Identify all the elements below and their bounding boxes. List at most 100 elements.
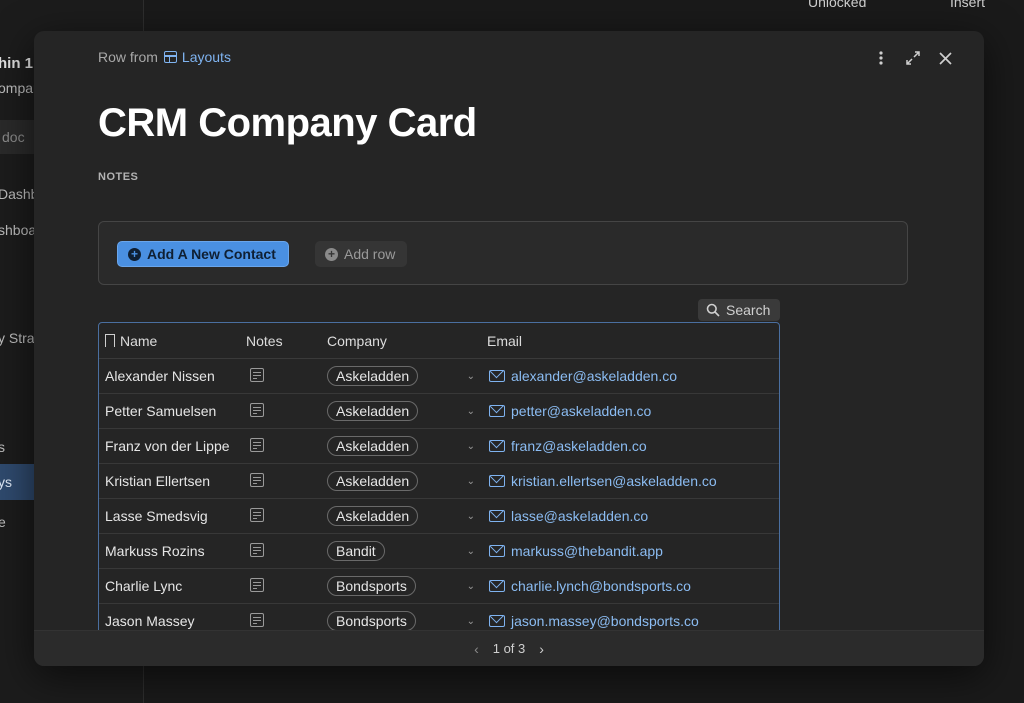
- notes-icon[interactable]: [250, 612, 264, 627]
- mail-icon: [489, 545, 505, 557]
- notes-cell[interactable]: [241, 542, 327, 560]
- table-row[interactable]: Petter Samuelsen Askeladden ⌄ petter@askela…: [99, 394, 779, 429]
- email-link[interactable]: alexander@askeladden.co: [511, 368, 677, 384]
- close-icon[interactable]: [936, 47, 954, 69]
- more-options-icon[interactable]: [872, 47, 890, 69]
- table-row[interactable]: Charlie Lync Bondsports ⌄ charlie.lynch@bon…: [99, 569, 779, 604]
- contact-name[interactable]: Markuss Rozins: [99, 543, 241, 559]
- contact-name[interactable]: Franz von der Lippe: [99, 438, 241, 454]
- notes-icon[interactable]: [250, 367, 264, 382]
- chevron-down-icon[interactable]: ⌄: [467, 616, 475, 627]
- table-body: Alexander Nissen Askeladden ⌄ alexander@ask…: [99, 359, 779, 639]
- company-cell[interactable]: Bondsports ⌄: [327, 611, 483, 631]
- contact-name[interactable]: Charlie Lync: [99, 578, 241, 594]
- notes-cell[interactable]: [241, 612, 327, 630]
- notes-icon[interactable]: [250, 507, 264, 522]
- company-chip[interactable]: Bondsports: [327, 576, 416, 596]
- email-link[interactable]: franz@askeladden.co: [511, 438, 647, 454]
- row-from-label: Row from: [98, 49, 158, 65]
- contact-name[interactable]: Petter Samuelsen: [99, 403, 241, 419]
- email-cell[interactable]: petter@askeladden.co: [483, 403, 779, 419]
- row-source-breadcrumb: Row from Layouts: [98, 49, 231, 65]
- chevron-down-icon[interactable]: ⌄: [467, 406, 475, 417]
- layouts-table-link[interactable]: Layouts: [163, 49, 231, 65]
- contact-name-text: Jason Massey: [105, 613, 195, 629]
- company-chip[interactable]: Askeladden: [327, 506, 419, 526]
- chevron-down-icon[interactable]: ⌄: [467, 441, 475, 452]
- email-link[interactable]: markuss@thebandit.app: [511, 543, 663, 559]
- table-icon: [163, 51, 177, 63]
- notes-cell[interactable]: [241, 367, 327, 385]
- expand-icon[interactable]: [904, 47, 922, 69]
- notes-icon[interactable]: [250, 402, 264, 417]
- column-header-name-label: Name: [120, 332, 158, 349]
- add-row-label: Add row: [344, 246, 396, 262]
- email-cell[interactable]: markuss@thebandit.app: [483, 543, 779, 559]
- notes-cell[interactable]: [241, 507, 327, 525]
- row-detail-modal: Row from Layouts CRM Company Card NOTES …: [34, 31, 984, 666]
- column-header-email[interactable]: Email: [483, 333, 779, 349]
- previous-page-icon[interactable]: ‹: [474, 641, 479, 657]
- company-cell[interactable]: Askeladden ⌄: [327, 471, 483, 491]
- company-cell[interactable]: Askeladden ⌄: [327, 436, 483, 456]
- company-cell[interactable]: Askeladden ⌄: [327, 366, 483, 386]
- next-page-icon[interactable]: ›: [539, 641, 544, 657]
- notes-icon[interactable]: [250, 542, 264, 557]
- email-link[interactable]: lasse@askeladden.co: [511, 508, 648, 524]
- chevron-down-icon[interactable]: ⌄: [467, 546, 475, 557]
- email-cell[interactable]: kristian.ellertsen@askeladden.co: [483, 473, 779, 489]
- column-header-notes[interactable]: Notes: [241, 333, 327, 349]
- contact-name[interactable]: Jason Massey: [99, 613, 241, 629]
- contact-name[interactable]: Kristian Ellertsen: [99, 473, 241, 489]
- background-insert-label: Insert: [950, 0, 986, 10]
- chevron-down-icon[interactable]: ⌄: [467, 371, 475, 382]
- table-row[interactable]: Alexander Nissen Askeladden ⌄ alexander@ask…: [99, 359, 779, 394]
- notes-cell[interactable]: [241, 402, 327, 420]
- company-cell[interactable]: Askeladden ⌄: [327, 401, 483, 421]
- company-cell[interactable]: Bondsports ⌄: [327, 576, 483, 596]
- email-link[interactable]: petter@askeladden.co: [511, 403, 651, 419]
- company-cell[interactable]: Askeladden ⌄: [327, 506, 483, 526]
- chevron-down-icon[interactable]: ⌄: [467, 581, 475, 592]
- company-chip[interactable]: Askeladden: [327, 436, 419, 456]
- email-cell[interactable]: lasse@askeladden.co: [483, 508, 779, 524]
- contacts-table: Name Notes Company Email Alexander Nisse…: [98, 322, 780, 642]
- table-row[interactable]: Markuss Rozins Bandit ⌄ markuss@thebandit.a…: [99, 534, 779, 569]
- notes-cell[interactable]: [241, 472, 327, 490]
- page-title: CRM Company Card: [98, 101, 477, 145]
- mail-icon: [489, 475, 505, 487]
- company-chip[interactable]: Bondsports: [327, 611, 416, 631]
- contact-name[interactable]: Alexander Nissen: [99, 368, 241, 384]
- add-row-button[interactable]: + Add row: [315, 241, 408, 267]
- column-header-company[interactable]: Company: [327, 333, 483, 349]
- notes-icon[interactable]: [250, 472, 264, 487]
- company-chip[interactable]: Bandit: [327, 541, 385, 561]
- search-button[interactable]: Search: [698, 299, 781, 321]
- email-link[interactable]: kristian.ellertsen@askeladden.co: [511, 473, 717, 489]
- email-link[interactable]: charlie.lynch@bondsports.co: [511, 578, 691, 594]
- company-chip[interactable]: Askeladden: [327, 366, 419, 386]
- table-row[interactable]: Kristian Ellertsen Askeladden ⌄ kristian.el…: [99, 464, 779, 499]
- email-link[interactable]: jason.massey@bondsports.co: [511, 613, 699, 629]
- email-cell[interactable]: jason.massey@bondsports.co: [483, 613, 779, 629]
- pagination: ‹ 1 of 3 ›: [34, 630, 984, 666]
- background-nav-item: e: [0, 514, 6, 530]
- notes-icon[interactable]: [250, 437, 264, 452]
- notes-cell[interactable]: [241, 577, 327, 595]
- notes-icon[interactable]: [250, 577, 264, 592]
- contact-name[interactable]: Lasse Smedsvig: [99, 508, 241, 524]
- column-header-name[interactable]: Name: [99, 332, 241, 351]
- email-cell[interactable]: alexander@askeladden.co: [483, 368, 779, 384]
- table-row[interactable]: Lasse Smedsvig Askeladden ⌄ lasse@askeladde…: [99, 499, 779, 534]
- email-cell[interactable]: franz@askeladden.co: [483, 438, 779, 454]
- chevron-down-icon[interactable]: ⌄: [467, 511, 475, 522]
- notes-cell[interactable]: [241, 437, 327, 455]
- company-chip[interactable]: Askeladden: [327, 401, 419, 421]
- company-cell[interactable]: Bandit ⌄: [327, 541, 483, 561]
- chevron-down-icon[interactable]: ⌄: [467, 476, 475, 487]
- contact-name-text: Markuss Rozins: [105, 543, 205, 559]
- company-chip[interactable]: Askeladden: [327, 471, 419, 491]
- email-cell[interactable]: charlie.lynch@bondsports.co: [483, 578, 779, 594]
- add-new-contact-button[interactable]: + Add A New Contact: [117, 241, 289, 267]
- table-row[interactable]: Franz von der Lippe Askeladden ⌄ franz@aske…: [99, 429, 779, 464]
